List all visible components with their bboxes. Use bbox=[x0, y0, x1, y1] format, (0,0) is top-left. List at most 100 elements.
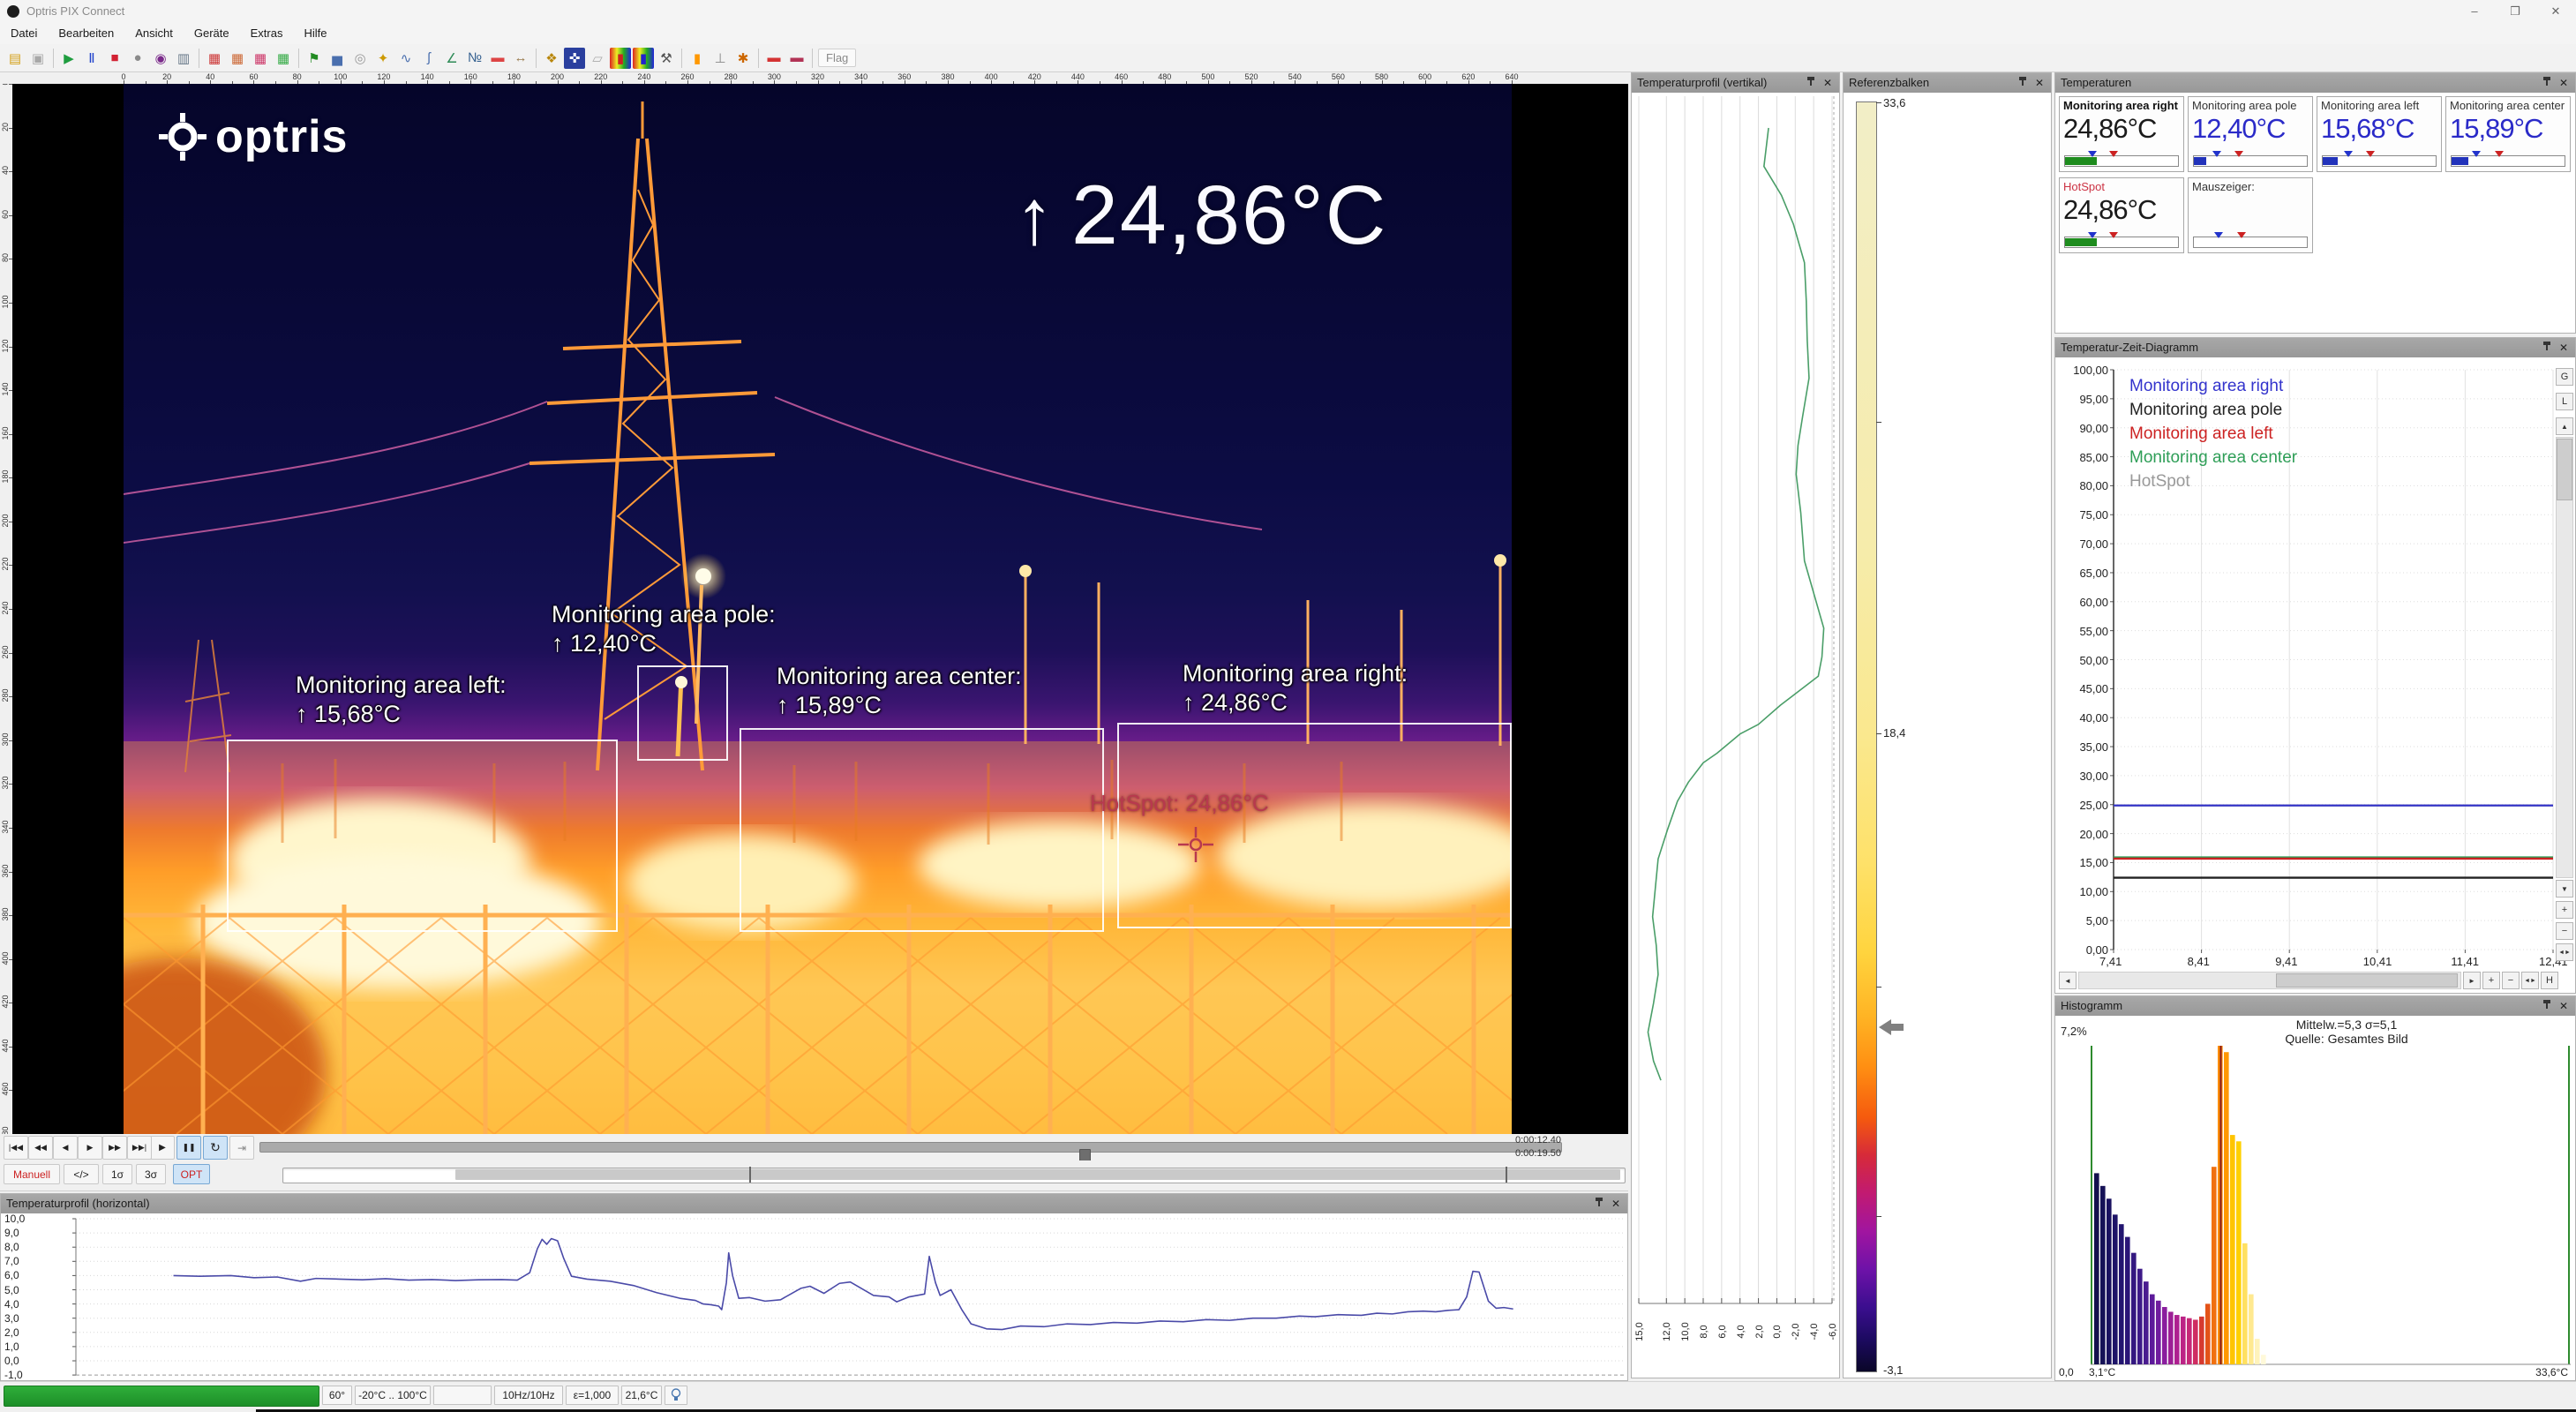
close-icon[interactable]: ✕ bbox=[1823, 77, 1832, 89]
scroll-up-button[interactable]: ▲ bbox=[2556, 417, 2573, 435]
tools-icon[interactable]: ⚒ bbox=[656, 48, 677, 69]
tile-marker-red[interactable] bbox=[2109, 232, 2118, 238]
sigma3-button[interactable]: 3σ bbox=[136, 1164, 166, 1184]
play-icon[interactable]: ▶ bbox=[58, 48, 79, 69]
v-scrollbar-thumb[interactable] bbox=[2557, 439, 2572, 500]
color-adjust-icon[interactable]: ✦ bbox=[372, 48, 394, 69]
flag-button[interactable]: Flag bbox=[818, 49, 856, 67]
palette-range-icon[interactable]: ▦ bbox=[204, 48, 225, 69]
alarm-setup-icon[interactable]: ▬ bbox=[786, 48, 807, 69]
temperature-tile-6[interactable]: Mauszeiger: bbox=[2188, 177, 2313, 253]
stop-icon[interactable]: ■ bbox=[104, 48, 125, 69]
pin-icon[interactable] bbox=[2543, 342, 2550, 354]
tile-marker-red[interactable] bbox=[2495, 151, 2504, 157]
palette-rainbow1-icon[interactable]: ▮ bbox=[610, 48, 631, 69]
alarm-ranges-icon[interactable]: ▬ bbox=[763, 48, 785, 69]
tile-marker-blue[interactable] bbox=[2088, 232, 2097, 238]
device-setup-icon[interactable]: ✱ bbox=[732, 48, 754, 69]
temperature-tile-2[interactable]: Monitoring area pole12,40°C bbox=[2188, 96, 2313, 172]
temperature-tile-4[interactable]: Monitoring area center15,89°C bbox=[2445, 96, 2571, 172]
temperature-tile-3[interactable]: Monitoring area left15,68°C bbox=[2317, 96, 2442, 172]
reference-column-icon[interactable]: ▮ bbox=[687, 48, 708, 69]
opt-button[interactable]: OPT bbox=[173, 1164, 210, 1184]
tile-marker-red[interactable] bbox=[2109, 151, 2118, 157]
range-slider[interactable] bbox=[282, 1168, 1626, 1183]
close-icon[interactable]: ✕ bbox=[2035, 77, 2044, 89]
profile-vertical-icon[interactable]: ʃ bbox=[418, 48, 439, 69]
reference-line-icon[interactable]: ▬ bbox=[487, 48, 508, 69]
loop-button[interactable]: ↻ bbox=[203, 1136, 228, 1160]
temperature-tile-1[interactable]: Monitoring area right24,86°C bbox=[2059, 96, 2184, 172]
pin-icon[interactable] bbox=[1596, 1198, 1603, 1210]
range-button[interactable]: </> bbox=[64, 1164, 99, 1184]
save-icon[interactable]: ▣ bbox=[27, 48, 49, 69]
sigma1-button[interactable]: 1σ bbox=[102, 1164, 132, 1184]
area-rect-left[interactable] bbox=[227, 740, 618, 932]
open-file-icon[interactable]: ▤ bbox=[4, 48, 26, 69]
tile-marker-blue[interactable] bbox=[2472, 151, 2481, 157]
pause-button[interactable]: ❚❚ bbox=[176, 1136, 201, 1160]
tile-marker-blue[interactable] bbox=[2344, 151, 2353, 157]
pin-icon[interactable] bbox=[1807, 77, 1814, 89]
menu-bearbeiten[interactable]: Bearbeiten bbox=[48, 23, 124, 44]
close-button[interactable]: ✕ bbox=[2535, 0, 2576, 23]
menu-hilfe[interactable]: Hilfe bbox=[293, 23, 337, 44]
seek-slider[interactable] bbox=[259, 1142, 1562, 1153]
skip-button-4[interactable]: ▶▶ bbox=[102, 1136, 127, 1160]
skip-button-2[interactable]: ◀ bbox=[53, 1136, 78, 1160]
palette-scale-icon[interactable]: ▦ bbox=[227, 48, 248, 69]
menu-ansicht[interactable]: Ansicht bbox=[124, 23, 184, 44]
close-icon[interactable]: ✕ bbox=[2559, 77, 2568, 89]
histogram-view-icon[interactable]: ▅ bbox=[327, 48, 348, 69]
refbar-level-arrow[interactable] bbox=[1879, 1019, 1891, 1035]
h-fit-button[interactable]: ◄► bbox=[2521, 972, 2539, 989]
area-rect-center[interactable] bbox=[740, 728, 1104, 932]
g-button[interactable]: G bbox=[2556, 368, 2573, 386]
maximize-button[interactable]: ❒ bbox=[2495, 0, 2535, 23]
close-icon[interactable]: ✕ bbox=[2559, 342, 2568, 354]
menu-extras[interactable]: Extras bbox=[240, 23, 294, 44]
temperature-tile-5[interactable]: HotSpot24,86°C bbox=[2059, 177, 2184, 253]
menu-geräte[interactable]: Geräte bbox=[184, 23, 240, 44]
h-zoom-out-button[interactable]: − bbox=[2502, 972, 2520, 989]
tile-marker-red[interactable] bbox=[2234, 151, 2243, 157]
skip-button-5[interactable]: ▶▶| bbox=[127, 1136, 152, 1160]
play-button[interactable]: ▶ bbox=[150, 1136, 175, 1160]
h-scrollbar-thumb[interactable] bbox=[2276, 973, 2458, 988]
measure-ruler-icon[interactable]: ↔ bbox=[510, 48, 531, 69]
tile-marker-blue[interactable] bbox=[2088, 151, 2097, 157]
record-icon[interactable]: ● bbox=[127, 48, 148, 69]
scroll-right-button[interactable]: ► bbox=[2463, 972, 2481, 989]
skip-button-3[interactable]: ▶ bbox=[78, 1136, 102, 1160]
pin-icon[interactable] bbox=[2543, 77, 2550, 89]
hand-tool-icon[interactable]: ❖ bbox=[541, 48, 562, 69]
l-button[interactable]: L bbox=[2556, 393, 2573, 410]
pause-icon[interactable]: Ⅱ bbox=[81, 48, 102, 69]
v-scrollbar[interactable] bbox=[2556, 437, 2573, 878]
reference-colorbar[interactable] bbox=[1856, 101, 1877, 1372]
history-button[interactable]: H bbox=[2541, 972, 2558, 989]
fit-button[interactable]: ◄► bbox=[2556, 943, 2573, 961]
pin-icon[interactable] bbox=[2019, 77, 2026, 89]
flag-image-icon[interactable]: ⚑ bbox=[304, 48, 325, 69]
menu-datei[interactable]: Datei bbox=[0, 23, 48, 44]
tile-marker-blue[interactable] bbox=[2212, 151, 2221, 157]
zoom-in-button[interactable]: + bbox=[2556, 901, 2573, 919]
palette-rainbow2-icon[interactable]: ▮ bbox=[633, 48, 654, 69]
zoom-out-button[interactable]: − bbox=[2556, 922, 2573, 940]
skip-button-0[interactable]: |◀◀ bbox=[4, 1136, 28, 1160]
digital-display-icon[interactable]: № bbox=[464, 48, 485, 69]
thermal-image-view[interactable]: optris ↑24,86°C Monitoring area pole:↑ 1… bbox=[12, 84, 1628, 1134]
scroll-down-button[interactable]: ▼ bbox=[2556, 880, 2573, 898]
area-rect-pole[interactable] bbox=[637, 665, 728, 761]
copy-icon[interactable]: ▥ bbox=[173, 48, 194, 69]
tile-marker-blue[interactable] bbox=[2214, 232, 2223, 238]
step-mode-button[interactable]: ⇥ bbox=[229, 1136, 254, 1160]
minimize-button[interactable]: – bbox=[2454, 0, 2495, 23]
camera-tripod-icon[interactable]: ⊥ bbox=[710, 48, 731, 69]
snapshot-icon[interactable]: ◉ bbox=[150, 48, 171, 69]
manuell-button[interactable]: Manuell bbox=[4, 1164, 60, 1184]
profile-horizontal-icon[interactable]: ∿ bbox=[395, 48, 417, 69]
time-diagram-icon[interactable]: ∠ bbox=[441, 48, 462, 69]
thermal-image[interactable]: optris ↑24,86°C Monitoring area pole:↑ 1… bbox=[124, 84, 1512, 1134]
